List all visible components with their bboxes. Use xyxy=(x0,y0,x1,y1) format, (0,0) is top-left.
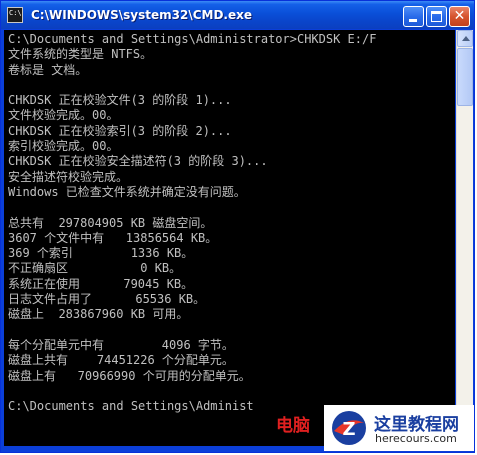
svg-text:Z: Z xyxy=(342,419,355,440)
console-line: 磁盘上 283867960 KB 可用。 xyxy=(8,307,189,322)
close-icon: ✕ xyxy=(453,8,466,24)
console-line: 日志文件占用了 65536 KB。 xyxy=(8,292,206,307)
console-output[interactable]: C:\Documents and Settings\Administrator>… xyxy=(4,30,455,446)
console-line: 磁盘上共有 74451226 个分配单元。 xyxy=(8,353,234,368)
console-line: 每个分配单元中有 4096 字节。 xyxy=(8,337,234,352)
watermark-logo: Z 这里教程网 herecours.com xyxy=(324,405,474,451)
console-line: 磁盘上有 70966990 个可用的分配单元。 xyxy=(8,368,251,383)
console-line: C:\Documents and Settings\Administrator>… xyxy=(8,32,377,46)
watermark-site-url: herecours.com xyxy=(375,432,457,445)
console-line: 文件校验完成。00。 xyxy=(8,108,119,123)
console-line: 不正确扇区 0 KB。 xyxy=(8,261,182,276)
cmd-icon[interactable] xyxy=(7,7,23,23)
cmd-window: C:\WINDOWS\system32\CMD.exe ✕ C:\Documen… xyxy=(0,0,475,453)
console-line: 卷标是 文档。 xyxy=(8,62,88,77)
console-line: CHKDSK 正在校验文件(3 的阶段 1)... xyxy=(8,93,232,108)
minimize-button[interactable] xyxy=(403,6,424,27)
console-line: CHKDSK 正在校验索引(3 的阶段 2)... xyxy=(8,123,232,138)
console-line: 369 个索引 1336 KB。 xyxy=(8,246,194,261)
close-button[interactable]: ✕ xyxy=(449,6,470,27)
console-line: Windows 已检查文件系统并确定没有问题。 xyxy=(8,184,246,199)
scroll-thumb[interactable] xyxy=(457,48,473,106)
maximize-button[interactable] xyxy=(426,6,447,27)
arrow-up-icon xyxy=(462,36,470,41)
site-watermark: 电脑 Z 这里教程网 herecours.com xyxy=(272,403,475,453)
console-line: CHKDSK 正在校验安全描述符(3 的阶段 3)... xyxy=(8,154,268,169)
watermark-red-text: 电脑 xyxy=(276,416,310,436)
console-line: 3607 个文件中有 13856564 KB。 xyxy=(8,230,218,245)
window-title: C:\WINDOWS\system32\CMD.exe xyxy=(31,8,253,22)
maximize-icon xyxy=(431,11,442,22)
console-line: 系统正在使用 79045 KB。 xyxy=(8,276,194,291)
console-lines: C:\Documents and Settings\Administrator>… xyxy=(8,32,376,414)
site-logo-icon: Z xyxy=(332,411,366,445)
console-line: 索引校验完成。00。 xyxy=(8,139,119,154)
console-line: 文件系统的类型是 NTFS。 xyxy=(8,47,153,62)
console-line: 安全描述符校验完成。 xyxy=(8,169,129,184)
vertical-scrollbar[interactable] xyxy=(456,30,473,446)
title-bar[interactable]: C:\WINDOWS\system32\CMD.exe ✕ xyxy=(1,1,474,29)
console-line: 总共有 297804905 KB 磁盘空间。 xyxy=(8,215,213,230)
scroll-up-button[interactable] xyxy=(457,30,473,47)
minimize-icon xyxy=(409,19,417,22)
